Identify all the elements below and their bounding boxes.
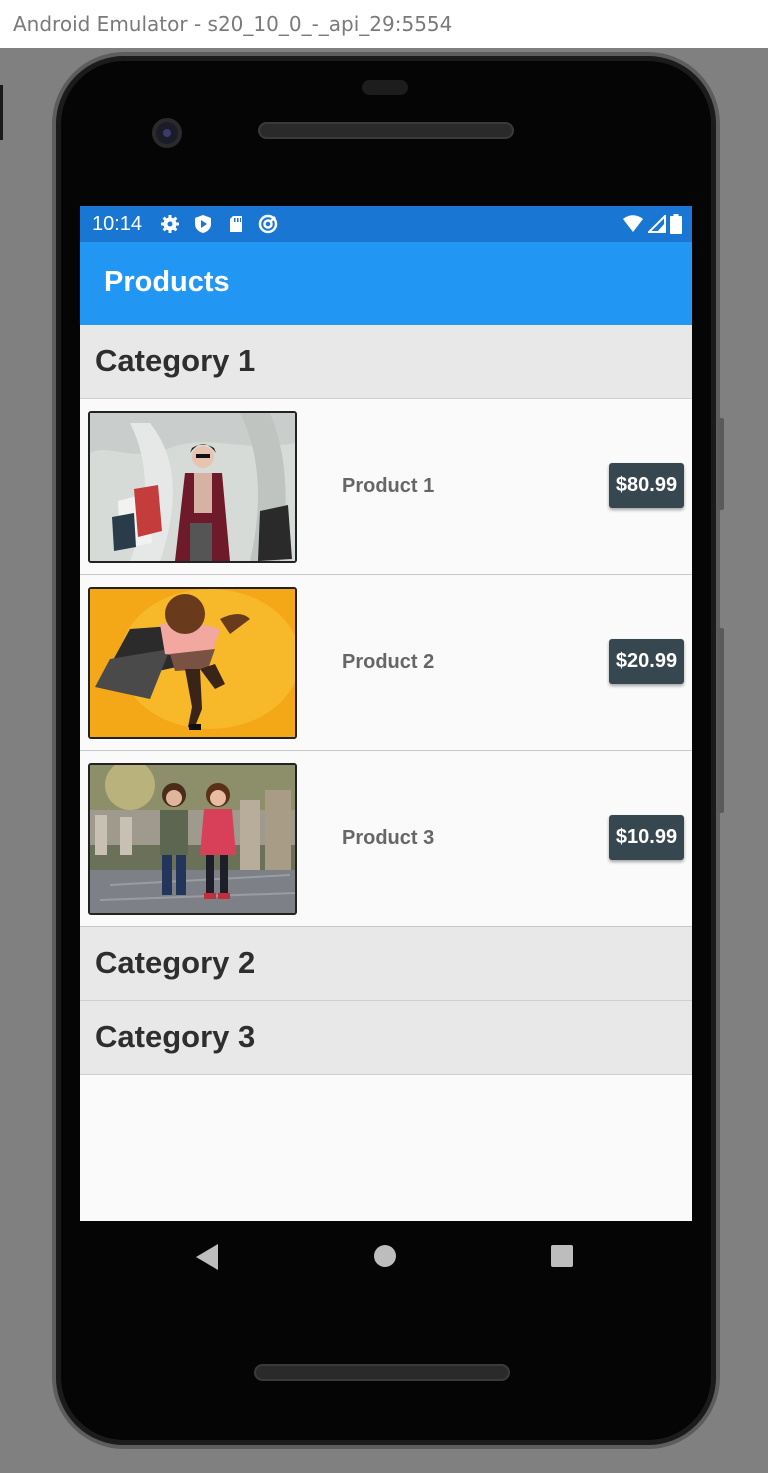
product-row[interactable]: Product 3 $10.99: [80, 751, 692, 927]
wifi-icon: [623, 215, 643, 232]
sync-icon: [258, 214, 278, 234]
price-badge: $20.99: [609, 639, 684, 684]
bottom-speaker: [254, 1364, 510, 1381]
power-button[interactable]: [718, 628, 724, 813]
category-header-3[interactable]: Category 3: [80, 1001, 692, 1075]
signal-icon: [648, 215, 666, 233]
shield-icon: [195, 215, 211, 233]
window-title: Android Emulator - s20_10_0_-_api_29:555…: [13, 12, 453, 36]
app-bar: Products: [80, 242, 692, 325]
earpiece-speaker: [258, 122, 514, 139]
volume-button[interactable]: [718, 418, 724, 510]
sd-card-icon: [230, 216, 242, 232]
home-icon[interactable]: [374, 1245, 396, 1267]
product-name: Product 2: [342, 651, 435, 673]
category-label: Category 3: [95, 1019, 256, 1054]
category-header-1[interactable]: Category 1: [80, 325, 692, 399]
settings-icon: [161, 215, 179, 233]
product-image: [88, 587, 297, 739]
product-row[interactable]: Product 1 $80.99: [80, 399, 692, 575]
category-header-2[interactable]: Category 2: [80, 927, 692, 1001]
product-image: [88, 763, 297, 915]
window-titlebar: Android Emulator - s20_10_0_-_api_29:555…: [0, 0, 768, 48]
window-edge: [0, 85, 3, 140]
price-badge: $80.99: [609, 463, 684, 508]
back-icon[interactable]: [196, 1244, 218, 1270]
status-time: 10:14: [92, 213, 143, 235]
product-image: [88, 411, 297, 563]
proximity-sensor: [362, 80, 408, 95]
recents-icon[interactable]: [551, 1245, 573, 1267]
page-title: Products: [104, 266, 230, 298]
category-label: Category 2: [95, 945, 256, 980]
category-label: Category 1: [95, 343, 256, 378]
device-screen: 10:14 Products Category 1 Product 1 $80.…: [80, 206, 692, 1221]
front-camera-icon: [152, 118, 182, 148]
product-row[interactable]: Product 2 $20.99: [80, 575, 692, 751]
price-badge: $10.99: [609, 815, 684, 860]
battery-icon: [670, 214, 682, 234]
status-bar: 10:14: [80, 206, 692, 242]
product-name: Product 1: [342, 475, 435, 497]
product-name: Product 3: [342, 827, 435, 849]
